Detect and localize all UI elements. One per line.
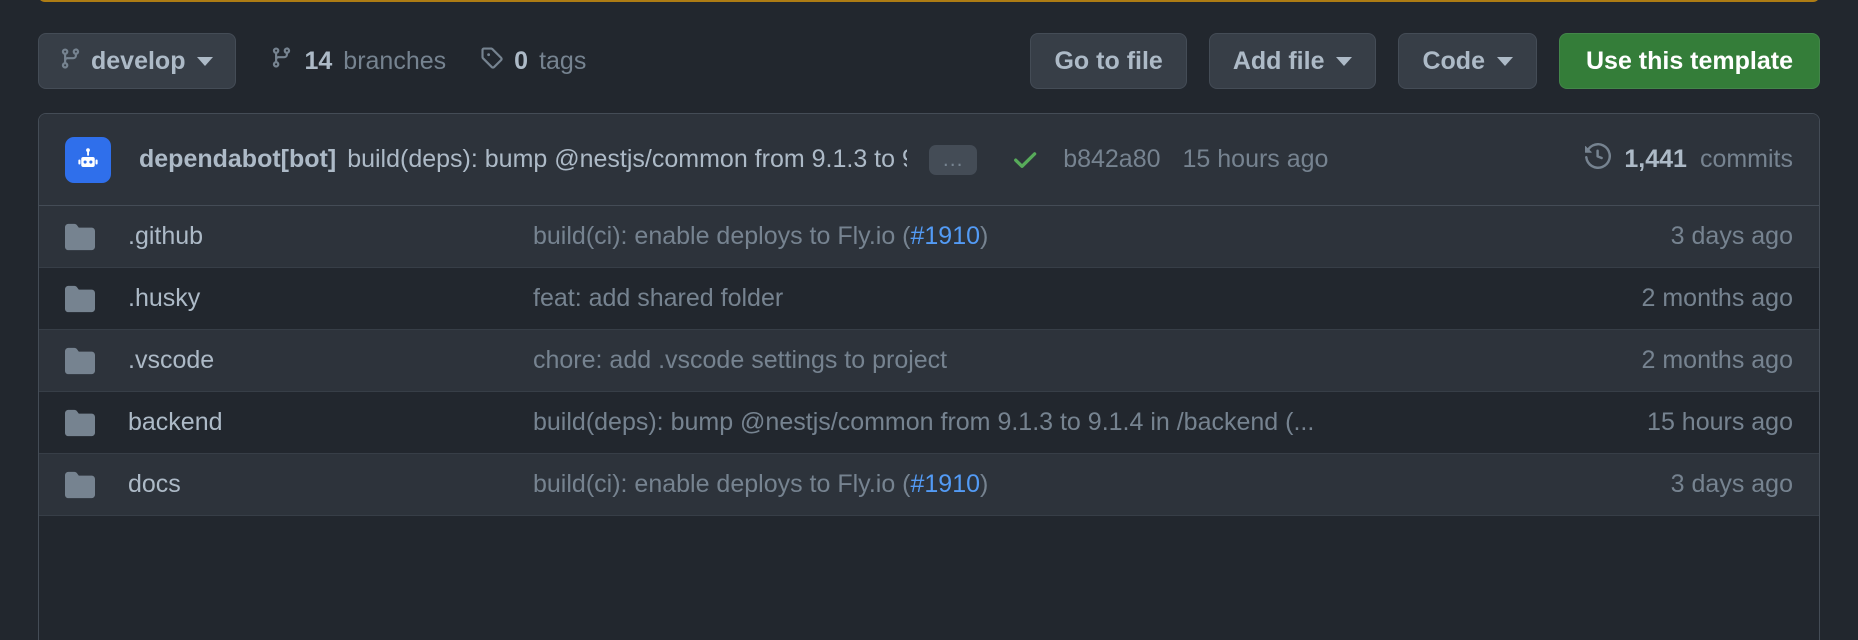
go-to-file-button[interactable]: Go to file [1030,33,1186,89]
repo-toolbar: develop 14 branches 0 tags Go to file [38,33,1820,89]
commit-message-cell[interactable]: chore: add .vscode settings to project [533,346,1553,375]
branch-selector-label: develop [91,49,185,74]
use-this-template-label: Use this template [1586,49,1793,74]
latest-commit-header: dependabot[bot] build(deps): bump @nestj… [39,114,1819,206]
commit-message-text-tail: ) [980,222,988,250]
file-name-link[interactable]: .vscode [128,346,533,375]
folder-icon [65,346,97,376]
tags-label: tags [539,47,586,76]
chevron-down-icon [1497,57,1513,66]
branches-count-link[interactable]: 14 branches [270,46,446,76]
top-panel-outline [38,0,1820,2]
branches-count: 14 [304,47,332,76]
file-name-link[interactable]: .github [128,222,533,251]
commit-message-text: build(ci): enable deploys to Fly.io ( [533,470,911,498]
pull-request-link[interactable]: #1910 [911,222,981,250]
commit-age: 3 days ago [1553,470,1793,499]
git-branch-icon [59,47,82,75]
commit-timestamp: 15 hours ago [1183,145,1329,174]
history-icon [1585,143,1611,176]
table-row[interactable]: backendbuild(deps): bump @nestjs/common … [39,392,1819,454]
commit-message-text: chore: add .vscode settings to project [533,346,947,374]
folder-icon [65,408,97,438]
chevron-down-icon [1336,57,1352,66]
table-row[interactable]: .huskyfeat: add shared folder 2 months ag… [39,268,1819,330]
file-name-link[interactable]: .husky [128,284,533,313]
add-file-button[interactable]: Add file [1209,33,1377,89]
file-name-link[interactable]: docs [128,470,533,499]
table-row[interactable]: docsbuild(ci): enable deploys to Fly.io … [39,454,1819,516]
git-branch-icon [270,46,293,76]
commit-age: 2 months ago [1553,284,1793,313]
commit-message-text-tail: ) [980,470,988,498]
repository-file-browser: develop 14 branches 0 tags Go to file [0,0,1858,640]
branches-label: branches [343,47,446,76]
table-row[interactable]: .vscodechore: add .vscode settings to pr… [39,330,1819,392]
go-to-file-label: Go to file [1054,49,1162,74]
table-row[interactable]: .githubbuild(ci): enable deploys to Fly.… [39,206,1819,268]
code-label: Code [1422,49,1485,74]
commits-count-link[interactable]: 1,441 commits [1585,143,1793,176]
folder-icon [65,284,97,314]
chevron-down-icon [197,57,213,66]
file-rows-container: .githubbuild(ci): enable deploys to Fly.… [39,206,1819,516]
expand-commit-message-button[interactable]: ... [929,145,977,175]
commit-message-text: build(ci): enable deploys to Fly.io ( [533,222,911,250]
use-this-template-button[interactable]: Use this template [1559,33,1820,89]
commit-age: 15 hours ago [1553,408,1793,437]
commit-age: 2 months ago [1553,346,1793,375]
check-icon[interactable] [1011,146,1039,174]
code-button[interactable]: Code [1398,33,1537,89]
add-file-label: Add file [1233,49,1325,74]
dependabot-avatar[interactable] [65,137,111,183]
file-list-panel: dependabot[bot] build(deps): bump @nestj… [38,113,1820,640]
commit-age: 3 days ago [1553,222,1793,251]
tags-count: 0 [514,47,528,76]
commits-count-value: 1,441 [1624,145,1687,174]
branch-selector-button[interactable]: develop [38,33,236,89]
tags-count-link[interactable]: 0 tags [480,46,586,76]
tag-icon [480,46,503,76]
file-name-link[interactable]: backend [128,408,533,437]
commit-sha-link[interactable]: b842a80 [1063,145,1160,174]
commit-message-link[interactable]: build(deps): bump @nestjs/common from 9.… [347,145,907,174]
commit-message-text: feat: add shared folder [533,284,783,312]
commit-message-cell[interactable]: build(deps): bump @nestjs/common from 9.… [533,408,1553,437]
commit-message-text: build(deps): bump @nestjs/common from 9.… [533,408,1314,436]
commit-message-cell[interactable]: feat: add shared folder [533,284,1553,313]
commit-message-cell[interactable]: build(ci): enable deploys to Fly.io (#19… [533,470,1553,499]
commit-message-cell[interactable]: build(ci): enable deploys to Fly.io (#19… [533,222,1553,251]
commit-author-link[interactable]: dependabot[bot] [139,145,336,174]
commits-label: commits [1700,145,1793,174]
pull-request-link[interactable]: #1910 [911,470,981,498]
folder-icon [65,470,97,500]
folder-icon [65,222,97,252]
